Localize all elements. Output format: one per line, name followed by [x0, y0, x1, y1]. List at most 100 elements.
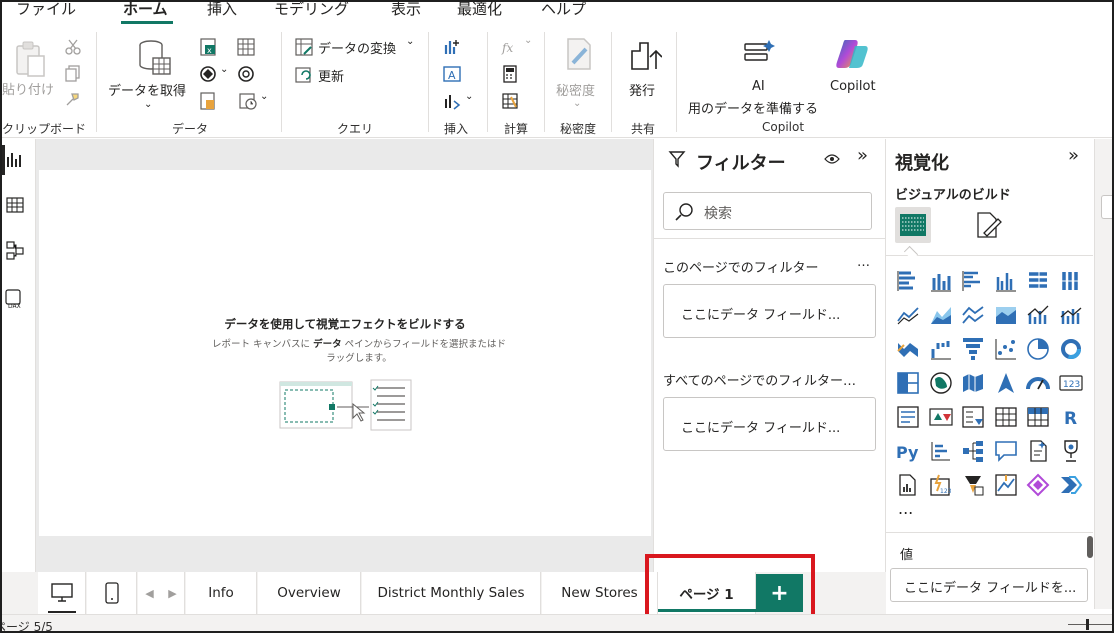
map-icon[interactable] — [929, 371, 953, 395]
zoom-slider[interactable] — [1068, 624, 1112, 625]
viz-scrollbar[interactable] — [1087, 536, 1093, 558]
new-visual-icon[interactable] — [442, 37, 462, 57]
smart-narrative-icon[interactable] — [1026, 439, 1050, 463]
table-view-icon[interactable] — [6, 196, 24, 214]
model-view-icon[interactable] — [6, 240, 24, 260]
kpi-icon[interactable] — [928, 405, 953, 429]
format-visual-icon[interactable] — [974, 211, 1002, 239]
decomposition-tree-icon[interactable] — [961, 439, 985, 463]
line-stacked-column-icon[interactable] — [1059, 303, 1083, 327]
azure-map-icon[interactable] — [994, 371, 1018, 395]
100-stacked-bar-icon[interactable] — [1026, 269, 1050, 293]
report-page[interactable]: データを使用して視覚エフェクトをビルドする レポート キャンバスに データ ペイ… — [39, 170, 651, 536]
add-page-button[interactable]: + — [756, 574, 803, 612]
funnel-chart-icon[interactable] — [961, 337, 985, 361]
sensitivity-button[interactable]: 秘密度 — [556, 80, 595, 99]
r-visual-icon[interactable]: R — [1059, 405, 1083, 429]
line-chart-icon[interactable] — [896, 303, 920, 327]
new-column-icon[interactable] — [500, 91, 520, 111]
copilot-button[interactable]: Copilot — [830, 79, 876, 94]
100-stacked-area-icon[interactable] — [994, 303, 1018, 327]
filled-map-icon[interactable] — [961, 371, 985, 395]
chevron-left-icon[interactable]: ◀ — [145, 587, 153, 600]
collapse-filters-icon[interactable]: » — [857, 145, 868, 166]
gauge-icon[interactable] — [1026, 371, 1051, 395]
ribbon-chart-icon[interactable] — [896, 337, 920, 361]
tab-home[interactable]: ホーム — [123, 2, 168, 19]
tab-file[interactable]: ファイル — [16, 2, 76, 19]
prep-data-ai-button[interactable]: 用のデータを準備する — [688, 98, 818, 117]
power-automate-flow-icon[interactable] — [1059, 473, 1083, 497]
format-painter-icon[interactable] — [64, 90, 82, 108]
area-chart-icon[interactable] — [929, 303, 953, 327]
collapse-visualizations-icon[interactable]: » — [1068, 145, 1079, 166]
page-tab-info[interactable]: Info — [186, 572, 257, 614]
cut-icon[interactable] — [64, 38, 82, 56]
more-visuals-ellipsis[interactable]: ... — [898, 499, 913, 518]
chevron-down-icon[interactable]: ⌄ — [465, 91, 473, 102]
excel-icon[interactable]: x — [198, 37, 218, 57]
chevron-right-icon[interactable]: ▶ — [168, 587, 176, 600]
zoom-slider-thumb[interactable] — [1086, 619, 1089, 630]
stacked-area-chart-icon[interactable] — [961, 303, 985, 327]
chevron-down-icon[interactable]: ⌄ — [144, 99, 152, 110]
tab-help[interactable]: ヘルプ — [541, 2, 586, 19]
table-data-icon[interactable] — [236, 37, 256, 57]
clustered-bar-chart-icon[interactable] — [961, 269, 985, 293]
clustered-column-chart-icon[interactable] — [994, 269, 1018, 293]
more-visuals-icon[interactable] — [442, 91, 462, 111]
multi-row-card-icon[interactable] — [896, 405, 920, 429]
line-clustered-column-icon[interactable] — [1026, 303, 1050, 327]
page-scroll-arrows[interactable]: ◀ ▶ — [138, 572, 185, 614]
chevron-down-icon[interactable]: ⌄ — [260, 91, 268, 102]
transform-data-button[interactable]: データの変換 — [318, 38, 396, 57]
report-view-icon[interactable] — [6, 151, 24, 169]
copy-icon[interactable] — [64, 64, 82, 82]
qa-icon[interactable] — [994, 439, 1018, 463]
waterfall-chart-icon[interactable] — [929, 337, 953, 361]
chevron-down-icon[interactable]: ⌄ — [524, 35, 532, 46]
tab-view[interactable]: 表示 — [391, 2, 421, 19]
mobile-layout-button[interactable] — [87, 572, 137, 614]
key-influencers-icon[interactable] — [929, 439, 953, 463]
dataverse-icon[interactable] — [198, 64, 218, 84]
get-data-button[interactable]: データを取得 — [108, 80, 186, 99]
refresh-button[interactable]: 更新 — [318, 66, 344, 85]
chevron-down-icon[interactable]: ⌄ — [573, 98, 581, 109]
publish-button[interactable]: 発行 — [629, 80, 655, 99]
build-visual-tab[interactable] — [895, 207, 931, 243]
tab-optimize[interactable]: 最適化 — [457, 2, 502, 19]
donut-chart-icon[interactable] — [1059, 337, 1083, 361]
chevron-down-icon[interactable]: ⌄ — [406, 36, 414, 47]
stacked-bar-chart-icon[interactable] — [896, 269, 920, 293]
chevron-down-icon[interactable]: ⌄ — [220, 64, 228, 75]
page-tab-district-monthly-sales[interactable]: District Monthly Sales — [362, 572, 541, 614]
eye-icon[interactable] — [824, 153, 840, 165]
power-apps-diamond-icon[interactable] — [1026, 473, 1050, 497]
more-options-icon[interactable]: … — [857, 255, 870, 270]
page-tab-overview[interactable]: Overview — [258, 572, 361, 614]
data-pane-collapsed[interactable] — [1094, 139, 1112, 609]
slicer-icon[interactable] — [961, 405, 985, 429]
filters-this-page-well[interactable]: ここにデータ フィールド... — [663, 284, 876, 338]
tab-modeling[interactable]: モデリング — [274, 2, 349, 19]
matrix-icon[interactable] — [1026, 405, 1050, 429]
values-well[interactable]: ここにデータ フィールドを... — [890, 568, 1088, 602]
stacked-column-chart-icon[interactable] — [929, 269, 953, 293]
schedule-icon[interactable] — [238, 91, 258, 111]
azure-maps-alt-icon[interactable] — [994, 473, 1018, 497]
card-icon[interactable]: 123 — [1059, 371, 1083, 395]
text-box-icon[interactable]: A — [442, 64, 462, 84]
pie-chart-icon[interactable] — [1026, 337, 1050, 361]
100-stacked-column-icon[interactable] — [1059, 269, 1083, 293]
desktop-layout-button[interactable] — [38, 572, 86, 614]
page-tab-new-stores[interactable]: New Stores — [542, 572, 658, 614]
prep-data-ai-label[interactable]: AI — [752, 79, 765, 94]
treemap-icon[interactable] — [896, 371, 920, 395]
tab-insert[interactable]: 挿入 — [207, 2, 237, 19]
recent-sources-icon[interactable] — [236, 64, 256, 84]
page-tab-page1[interactable]: ページ 1 — [658, 572, 756, 614]
scatter-chart-icon[interactable] — [994, 337, 1018, 361]
paste-button[interactable]: 貼り付け — [2, 79, 54, 98]
new-measure-icon[interactable]: fx — [500, 37, 520, 57]
